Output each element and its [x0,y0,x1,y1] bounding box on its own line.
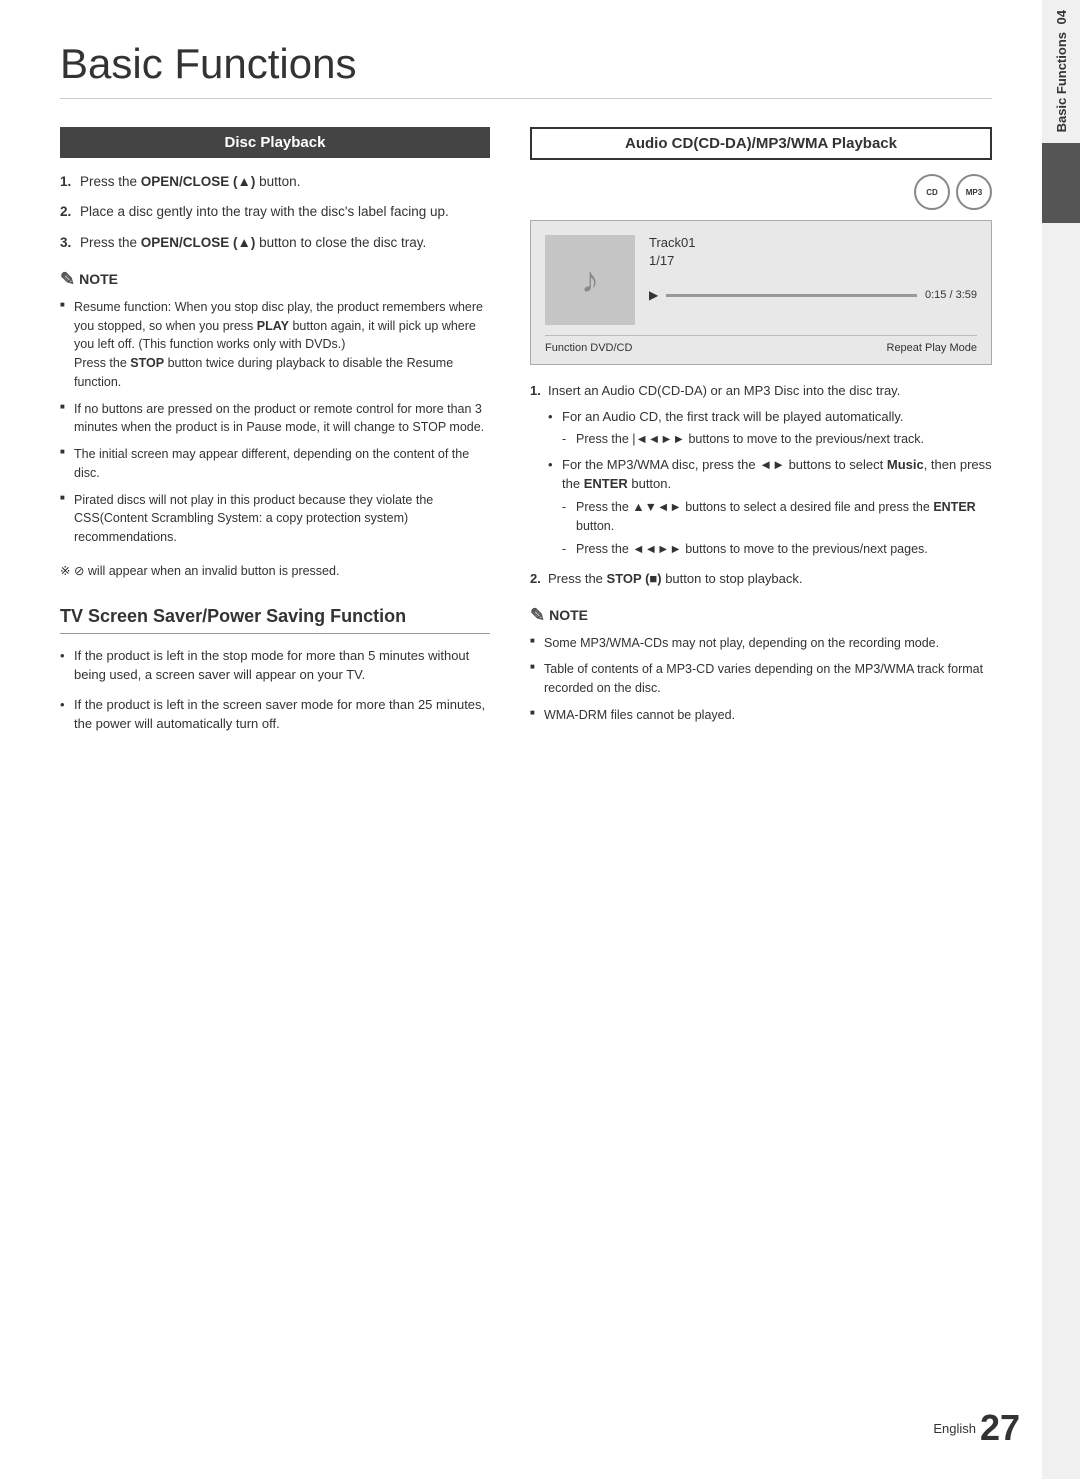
audio-note-title: ✎ NOTE [530,605,992,626]
audio-note: ✎ NOTE Some MP3/WMA-CDs may not play, de… [530,605,992,725]
tv-screen-saver-section: TV Screen Saver/Power Saving Function If… [60,606,490,734]
player-info: Track01 1/17 ▶ 0:15 / 3:59 [649,235,977,302]
audio-playback-header: Audio CD(CD-DA)/MP3/WMA Playback [530,127,992,160]
player-footer-function: Function DVD/CD [545,342,632,354]
audio-note-list: Some MP3/WMA-CDs may not play, depending… [530,634,992,725]
side-tab-number: 04 [1054,10,1069,24]
list-item: 2. Place a disc gently into the tray wit… [60,202,490,222]
list-item: Table of contents of a MP3-CD varies dep… [530,660,992,698]
list-item: If the product is left in the stop mode … [60,646,490,685]
player-footer-repeat: Repeat Play Mode [887,342,978,354]
page-title: Basic Functions [60,40,992,99]
note-icon: ✎ [60,269,75,290]
player-footer: Function DVD/CD Repeat Play Mode [545,335,977,354]
note-list: Resume function: When you stop disc play… [60,298,490,547]
player-number: 1/17 [649,253,977,268]
audio-note-icon: ✎ [530,605,545,626]
list-item: Press the ◄◄►► buttons to move to the pr… [562,540,992,559]
main-content: Basic Functions Disc Playback 1. Press t… [0,0,1042,1479]
progress-time: 0:15 / 3:59 [925,289,977,301]
side-tab-label: Basic Functions [1054,32,1069,132]
list-item: 2. Press the STOP (■) button to stop pla… [530,569,992,589]
two-columns: Disc Playback 1. Press the OPEN/CLOSE (▲… [60,127,992,744]
sub-bullet-list: For an Audio CD, the first track will be… [548,407,992,560]
side-tab: 04 Basic Functions [1042,0,1080,1479]
sub-dash-list-2: Press the ▲▼◄► buttons to select a desir… [562,498,992,559]
cd-icon: CD [914,174,950,210]
right-column: Audio CD(CD-DA)/MP3/WMA Playback CD MP3 … [530,127,992,744]
page-container: Basic Functions Disc Playback 1. Press t… [0,0,1080,1479]
play-button-icon: ▶ [649,288,658,302]
list-item: For an Audio CD, the first track will be… [548,407,992,449]
list-item: 1. Press the OPEN/CLOSE (▲) button. [60,172,490,192]
player-inner: ♪ Track01 1/17 ▶ 0:15 / 3:59 [545,235,977,325]
list-item: 1. Insert an Audio CD(CD-DA) or an MP3 D… [530,381,992,559]
list-item: Resume function: When you stop disc play… [60,298,490,392]
disc-playback-note: ✎ NOTE Resume function: When you stop di… [60,269,490,547]
mp3-icon: MP3 [956,174,992,210]
page-footer: English 27 [933,1407,1020,1449]
list-item: WMA-DRM files cannot be played. [530,706,992,725]
audio-steps: 1. Insert an Audio CD(CD-DA) or an MP3 D… [530,381,992,589]
tv-screen-saver-list: If the product is left in the stop mode … [60,646,490,734]
list-item: Press the |◄◄►► buttons to move to the p… [562,430,992,449]
list-item: Pirated discs will not play in this prod… [60,491,490,547]
player-mockup: ♪ Track01 1/17 ▶ 0:15 / 3:59 [530,220,992,365]
music-note-icon: ♪ [581,259,599,301]
disc-playback-header: Disc Playback [60,127,490,158]
disc-playback-steps: 1. Press the OPEN/CLOSE (▲) button. 2. P… [60,172,490,253]
page-number: 27 [980,1407,1020,1449]
player-progress: ▶ 0:15 / 3:59 [649,288,977,302]
page-language: English [933,1421,976,1436]
invalid-note: ※ ⊘ will appear when an invalid button i… [60,563,490,578]
player-album-art: ♪ [545,235,635,325]
list-item: The initial screen may appear different,… [60,445,490,483]
side-tab-highlight [1042,143,1080,223]
cd-icons: CD MP3 [530,174,992,210]
progress-bar [666,294,917,297]
list-item: If no buttons are pressed on the product… [60,400,490,438]
note-title: ✎ NOTE [60,269,490,290]
list-item: For the MP3/WMA disc, press the ◄► butto… [548,455,992,559]
list-item: If the product is left in the screen sav… [60,695,490,734]
list-item: Press the ▲▼◄► buttons to select a desir… [562,498,992,536]
tv-section-title: TV Screen Saver/Power Saving Function [60,606,490,634]
sub-dash-list: Press the |◄◄►► buttons to move to the p… [562,430,992,449]
player-track: Track01 [649,235,977,250]
list-item: 3. Press the OPEN/CLOSE (▲) button to cl… [60,233,490,253]
list-item: Some MP3/WMA-CDs may not play, depending… [530,634,992,653]
left-column: Disc Playback 1. Press the OPEN/CLOSE (▲… [60,127,490,744]
